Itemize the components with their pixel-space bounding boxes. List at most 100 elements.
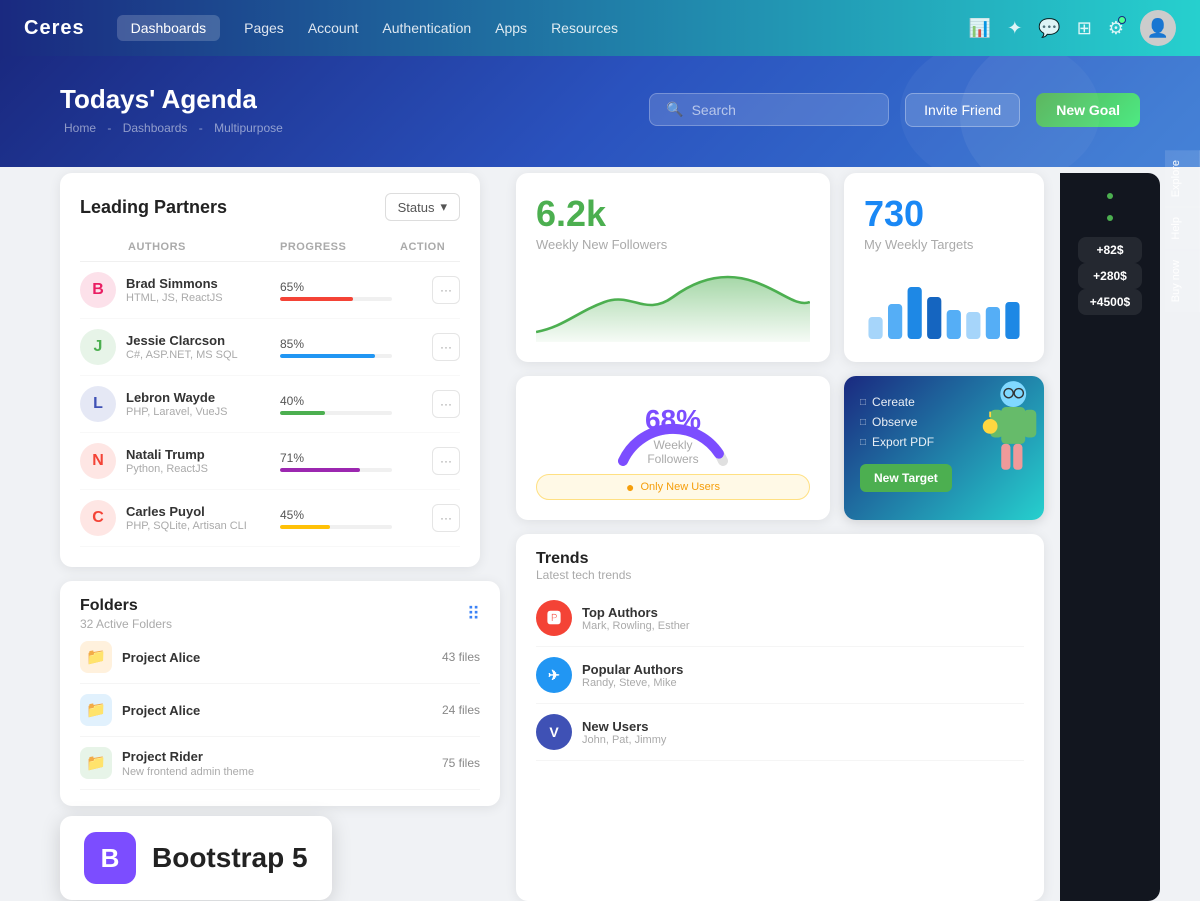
dark-stat: +82$ <box>1078 237 1142 263</box>
dark-stat: +4500$ <box>1078 289 1142 315</box>
action-button[interactable]: ··· <box>432 333 460 361</box>
folder-name: Project Alice <box>122 650 200 665</box>
buy-now-tab[interactable]: Buy now <box>1165 250 1200 312</box>
folder-files: 75 files <box>442 756 480 770</box>
action-button[interactable]: ··· <box>432 504 460 532</box>
chevron-down-icon: ▾ <box>440 199 447 215</box>
nav-account[interactable]: Account <box>308 20 359 36</box>
search-box[interactable]: 🔍 <box>649 93 889 126</box>
breadcrumb: Home - Dashboards - Multipurpose <box>60 121 633 135</box>
nav-resources[interactable]: Resources <box>551 20 618 36</box>
progress-fill <box>280 468 360 472</box>
progress-bar <box>280 354 392 358</box>
trends-card: Trends Latest tech trends 🅿 Top Authors … <box>516 534 1044 901</box>
trends-subtitle: Latest tech trends <box>536 568 1024 582</box>
author-info: C Carles Puyol PHP, SQLite, Artisan CLI <box>80 500 280 536</box>
author-info: B Brad Simmons HTML, JS, ReactJS <box>80 272 280 308</box>
trend-sub: Randy, Steve, Mike <box>582 677 683 689</box>
new-users-badge: ● Only New Users <box>536 474 810 500</box>
nav-authentication[interactable]: Authentication <box>382 20 471 36</box>
col-action: ACTION <box>400 241 460 253</box>
action-button[interactable]: ··· <box>432 447 460 475</box>
progress-cell: 71% <box>280 451 400 472</box>
targets-card: 730 My Weekly Targets <box>844 173 1044 362</box>
folders-subtitle: 32 Active Folders <box>80 617 172 631</box>
gauge-card: 68% Weekly Followers ● Only New Users <box>516 376 830 520</box>
progress-bar <box>280 297 392 301</box>
author-tech: PHP, Laravel, VueJS <box>126 406 228 418</box>
status-dot-2 <box>1107 215 1113 221</box>
author-tech: Python, ReactJS <box>126 463 208 475</box>
bootstrap-title: Bootstrap 5 <box>152 842 308 874</box>
folder-desc: New frontend admin theme <box>122 766 254 778</box>
progress-bar <box>280 525 392 529</box>
folder-row: 📁 Project Rider New frontend admin theme… <box>80 737 480 790</box>
folder-name: Project Alice <box>122 703 200 718</box>
explore-tab[interactable]: Explore <box>1165 150 1200 207</box>
followers-label: Weekly New Followers <box>536 237 810 252</box>
settings-icon[interactable]: ⚙ <box>1108 18 1124 39</box>
nav-apps[interactable]: Apps <box>495 20 527 36</box>
help-tab[interactable]: Help <box>1165 207 1200 250</box>
author-info: N Natali Trump Python, ReactJS <box>80 443 280 479</box>
trend-name: Top Authors <box>582 605 690 620</box>
progress-cell: 85% <box>280 337 400 358</box>
author-tech: C#, ASP.NET, MS SQL <box>126 349 238 361</box>
followers-count: 6.2k <box>536 193 810 235</box>
trend-row: V New Users John, Pat, Jimmy <box>536 704 1024 761</box>
chat-icon[interactable]: 💬 <box>1038 18 1060 39</box>
progress-cell: 40% <box>280 394 400 415</box>
promo-card: Cereate Observe Export PDF New Target <box>844 376 1044 520</box>
folder-icon: 📁 <box>80 694 112 726</box>
folder-files: 43 files <box>442 650 480 664</box>
folder-name: Project Rider <box>122 749 254 764</box>
user-avatar[interactable]: 👤 <box>1140 10 1176 46</box>
invite-friend-button[interactable]: Invite Friend <box>905 93 1020 127</box>
targets-label: My Weekly Targets <box>864 237 1024 252</box>
nav-pages[interactable]: Pages <box>244 20 284 36</box>
grid-icon[interactable]: ⊞ <box>1077 18 1092 39</box>
new-goal-button[interactable]: New Goal <box>1036 93 1140 127</box>
sparkle-icon[interactable]: ✦ <box>1007 18 1022 39</box>
trend-sub: John, Pat, Jimmy <box>582 734 666 746</box>
author-name: Jessie Clarcson <box>126 333 238 348</box>
leading-partners-panel: Leading Partners Status ▾ AUTHORS PROGRE… <box>60 173 480 567</box>
brand-logo: Ceres <box>24 17 85 40</box>
folder-icon: 📁 <box>80 747 112 779</box>
main-content: Leading Partners Status ▾ AUTHORS PROGRE… <box>0 157 1200 901</box>
progress-cell: 65% <box>280 280 400 301</box>
folders-menu-icon[interactable]: ⠿ <box>467 604 480 625</box>
new-target-button[interactable]: New Target <box>860 464 952 492</box>
progress-fill <box>280 411 325 415</box>
trend-row: ✈ Popular Authors Randy, Steve, Mike <box>536 647 1024 704</box>
trend-icon: ✈ <box>536 657 572 693</box>
col-progress: PROGRESS <box>280 241 400 253</box>
chart-icon[interactable]: 📊 <box>969 18 991 39</box>
progress-label: 71% <box>280 451 392 465</box>
author-name: Lebron Wayde <box>126 390 228 405</box>
author-row: B Brad Simmons HTML, JS, ReactJS 65% ··· <box>80 262 460 319</box>
author-row: C Carles Puyol PHP, SQLite, Artisan CLI … <box>80 490 460 547</box>
action-button[interactable]: ··· <box>432 390 460 418</box>
progress-label: 40% <box>280 394 392 408</box>
dark-stat: +280$ <box>1078 263 1142 289</box>
author-avatar: L <box>80 386 116 422</box>
bootstrap-overlay: B Bootstrap 5 <box>60 816 332 900</box>
action-button[interactable]: ··· <box>432 276 460 304</box>
trend-sub: Mark, Rowling, Esther <box>582 620 690 632</box>
author-info: L Lebron Wayde PHP, Laravel, VueJS <box>80 386 280 422</box>
right-sidebar: Explore Help Buy now <box>1165 150 1200 312</box>
progress-label: 85% <box>280 337 392 351</box>
promo-figure <box>959 376 1044 491</box>
search-input[interactable] <box>692 102 862 118</box>
header-banner: Todays' Agenda Home - Dashboards - Multi… <box>0 56 1200 167</box>
author-row: J Jessie Clarcson C#, ASP.NET, MS SQL 85… <box>80 319 460 376</box>
folder-info: 📁 Project Alice <box>80 694 442 726</box>
status-dropdown[interactable]: Status ▾ <box>385 193 460 221</box>
search-icon: 🔍 <box>666 101 683 118</box>
author-avatar: B <box>80 272 116 308</box>
nav-dashboards[interactable]: Dashboards <box>117 15 221 41</box>
progress-bar <box>280 411 392 415</box>
trends-title: Trends <box>536 550 1024 568</box>
folder-info: 📁 Project Rider New frontend admin theme <box>80 747 442 779</box>
